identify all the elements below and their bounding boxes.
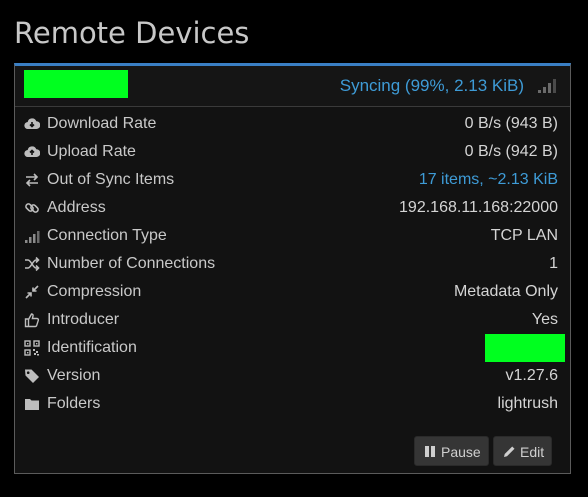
row-value: Metadata Only: [453, 283, 558, 300]
row-compression: Compression Metadata Only: [15, 278, 570, 306]
compress-icon: [25, 285, 39, 299]
row-value: 0 B/s (943 B): [464, 115, 558, 132]
thumbs-up-icon: [24, 313, 40, 328]
row-upload-rate: Upload Rate 0 B/s (942 B): [15, 138, 570, 166]
row-download-rate: Download Rate 0 B/s (943 B): [15, 110, 570, 138]
out-of-sync-link[interactable]: 17 items, ~2.13 KiB: [419, 166, 558, 194]
row-out-of-sync[interactable]: Out of Sync Items 17 items, ~2.13 KiB: [15, 166, 570, 194]
device-header[interactable]: Syncing (99%, 2.13 KiB): [15, 66, 570, 107]
row-label: Introducer: [47, 311, 120, 328]
folder-icon: [25, 399, 39, 410]
pause-label: Pause: [441, 444, 481, 460]
row-value: Yes: [531, 311, 558, 328]
pencil-icon: [504, 446, 515, 457]
tag-icon: [25, 369, 39, 383]
row-label: Compression: [47, 283, 142, 300]
device-name-redaction: [24, 70, 128, 98]
row-folders: Folders lightrush: [15, 390, 570, 418]
device-id-redaction: [485, 334, 565, 362]
row-label: Folders: [47, 395, 101, 412]
row-value: 0 B/s (942 B): [464, 143, 558, 160]
row-identification: Identification: [15, 334, 570, 362]
row-introducer: Introducer Yes: [15, 306, 570, 334]
remote-device-panel: Syncing (99%, 2.13 KiB) Download Rate 0 …: [14, 63, 571, 474]
row-version: Version v1.27.6: [15, 362, 570, 390]
row-number-of-connections: Number of Connections 1: [15, 250, 570, 278]
pause-icon: [425, 446, 435, 457]
row-address: Address 192.168.11.168:22000: [15, 194, 570, 222]
row-label: Connection Type: [47, 227, 167, 244]
sync-status: Syncing (99%, 2.13 KiB): [339, 76, 524, 95]
device-details: Download Rate 0 B/s (943 B) Upload Rate …: [15, 110, 570, 418]
row-label: Version: [47, 367, 101, 384]
row-label: Out of Sync Items: [47, 171, 175, 188]
cloud-upload-icon: [24, 146, 40, 158]
page-title: Remote Devices: [14, 16, 250, 50]
signal-bars-icon: [538, 79, 556, 93]
signal-bars-icon: [25, 231, 40, 243]
cloud-download-icon: [24, 118, 40, 130]
pause-button[interactable]: Pause: [414, 436, 489, 466]
row-label: Download Rate: [47, 115, 157, 132]
row-value: v1.27.6: [505, 367, 558, 384]
row-label: Identification: [47, 339, 137, 356]
link-icon: [25, 203, 39, 213]
row-label: Address: [47, 199, 106, 216]
exchange-arrows-icon: [25, 173, 39, 187]
row-label: Upload Rate: [47, 143, 136, 160]
row-value: 1: [549, 255, 558, 272]
row-value: lightrush: [497, 395, 558, 412]
edit-label: Edit: [520, 444, 545, 460]
edit-button[interactable]: Edit: [493, 436, 552, 466]
qrcode-icon: [24, 340, 40, 356]
row-label: Number of Connections: [47, 255, 216, 272]
random-arrows-icon: [25, 256, 40, 272]
row-connection-type: Connection Type TCP LAN: [15, 222, 570, 250]
row-value: 192.168.11.168:22000: [399, 199, 558, 216]
row-value: TCP LAN: [490, 227, 558, 244]
